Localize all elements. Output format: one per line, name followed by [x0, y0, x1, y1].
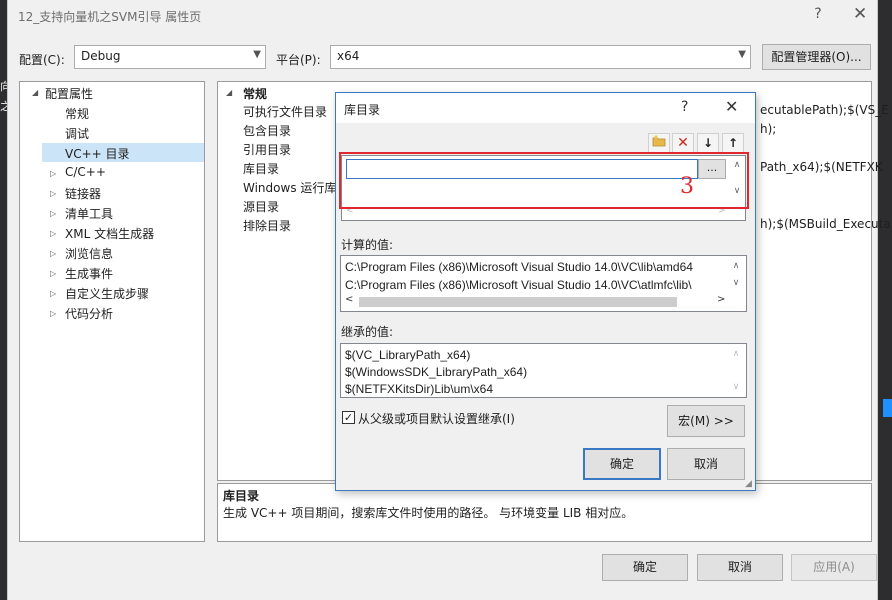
tree-item-general[interactable]: 常规	[65, 105, 89, 122]
config-value: Debug	[81, 49, 121, 63]
new-folder-icon[interactable]	[648, 133, 670, 153]
inherited-value-line: $(WindowsSDK_LibraryPath_x64)	[345, 365, 528, 379]
platform-label: 平台(P):	[276, 53, 321, 67]
dialog-titlebar	[336, 93, 755, 123]
collapsed-arrow-icon[interactable]: ▷	[50, 289, 56, 298]
tree-item-root[interactable]: 配置属性	[45, 85, 93, 102]
tree-item-xml-doc[interactable]: XML 文档生成器	[65, 225, 154, 242]
config-select[interactable]: Debug ▼	[74, 45, 266, 69]
dialog-ok-button[interactable]: 确定	[583, 448, 661, 480]
config-manager-button[interactable]: 配置管理器(O)...	[762, 44, 871, 70]
computed-values-viewport: C:\Program Files (x86)\Microsoft Visual …	[341, 256, 721, 296]
config-label: 配置(C):	[19, 53, 65, 67]
scroll-down-icon[interactable]: ∨	[729, 382, 743, 392]
computed-values-list[interactable]: C:\Program Files (x86)\Microsoft Visual …	[340, 255, 747, 312]
dialog-help-button[interactable]: ?	[681, 99, 688, 115]
apply-button[interactable]: 应用(A)	[791, 554, 877, 581]
scroll-up-icon[interactable]: ∧	[729, 261, 743, 271]
computed-value-line: C:\Program Files (x86)\Microsoft Visual …	[345, 260, 693, 274]
tree-item-custom-build[interactable]: 自定义生成步骤	[65, 285, 149, 302]
resize-grip-icon[interactable]: ◢	[745, 479, 752, 489]
grid-section-title: 常规	[243, 87, 268, 101]
scroll-left-icon[interactable]: <	[345, 294, 353, 305]
computed-values-label: 计算的值:	[341, 238, 394, 252]
cancel-button[interactable]: 取消	[697, 554, 783, 581]
tree-item-code-analysis[interactable]: 代码分析	[65, 305, 113, 322]
grid-row-value[interactable]: Path_x64);$(NETFXK	[760, 160, 883, 174]
grid-row-value[interactable]: h);$(MSBuild_Executa	[760, 217, 891, 231]
annotation-number: 3	[680, 174, 694, 199]
grid-row-name[interactable]: 引用目录	[243, 141, 291, 158]
collapsed-arrow-icon[interactable]: ▷	[50, 189, 56, 198]
collapsed-arrow-icon[interactable]: ▷	[50, 229, 56, 238]
tree-item-manifest-tool[interactable]: 清单工具	[65, 205, 113, 222]
delete-icon[interactable]: ✕	[672, 133, 694, 153]
dialog-close-button[interactable]: ✕	[725, 97, 738, 116]
tree-item-browse-info[interactable]: 浏览信息	[65, 245, 113, 262]
inherited-value-line: $(NETFXKitsDir)Lib\um\x64	[345, 382, 494, 396]
dialog-title: 库目录	[344, 103, 381, 117]
grid-row-name[interactable]: 排除目录	[243, 217, 291, 234]
ok-button[interactable]: 确定	[602, 554, 688, 581]
grid-row-name[interactable]: 可执行文件目录	[243, 103, 327, 120]
collapsed-arrow-icon[interactable]: ▷	[50, 269, 56, 278]
move-down-icon[interactable]: ↓	[697, 133, 719, 153]
move-up-icon[interactable]: ↑	[722, 133, 744, 153]
horizontal-scrollbar-thumb[interactable]	[359, 297, 677, 307]
chevron-down-icon: ▼	[738, 49, 746, 60]
ide-background-right	[878, 0, 892, 600]
tree-item-cpp[interactable]: C/C++	[65, 165, 106, 179]
inherit-checkbox-label[interactable]: 从父级或项目默认设置继承(I)	[358, 410, 515, 427]
scroll-right-icon[interactable]: >	[717, 294, 725, 305]
inherited-values-label: 继承的值:	[341, 325, 394, 339]
inherited-values-list[interactable]: $(VC_LibraryPath_x64) $(WindowsSDK_Libra…	[340, 343, 747, 398]
description-title: 库目录	[223, 489, 260, 503]
expanded-arrow-icon[interactable]: ◢	[226, 88, 232, 97]
ide-scroll-marker	[883, 399, 892, 417]
tree-item-build-events[interactable]: 生成事件	[65, 265, 113, 282]
collapsed-arrow-icon[interactable]: ▷	[50, 209, 56, 218]
collapsed-arrow-icon[interactable]: ▷	[50, 249, 56, 258]
inherit-checkbox[interactable]: ✓	[342, 411, 355, 424]
macros-button[interactable]: 宏(M) >>	[667, 405, 745, 437]
scroll-up-icon[interactable]: ∧	[729, 349, 743, 359]
tree-item-linker[interactable]: 链接器	[65, 185, 101, 202]
close-button[interactable]: ✕	[853, 4, 867, 24]
chevron-down-icon: ▼	[253, 49, 261, 60]
description-panel: 库目录 生成 VC++ 项目期间，搜索库文件时使用的路径。 与环境变量 LIB …	[217, 483, 872, 542]
grid-row-name[interactable]: 库目录	[243, 160, 279, 177]
tree-item-debug[interactable]: 调试	[65, 125, 89, 142]
dialog-cancel-button[interactable]: 取消	[667, 448, 745, 480]
grid-row-name[interactable]: Windows 运行库	[243, 179, 336, 196]
inherited-value-line: $(VC_LibraryPath_x64)	[345, 348, 471, 362]
grid-row-value[interactable]: h);	[760, 122, 776, 136]
description-text: 生成 VC++ 项目期间，搜索库文件时使用的路径。 与环境变量 LIB 相对应。	[223, 506, 634, 520]
config-tree: ◢ 配置属性 常规 调试 VC++ 目录 ▷ C/C++ ▷ 链接器 ▷ 清单工…	[19, 81, 205, 542]
platform-select[interactable]: x64 ▼	[330, 45, 751, 69]
expanded-arrow-icon[interactable]: ◢	[32, 88, 38, 97]
grid-row-name[interactable]: 包含目录	[243, 122, 291, 139]
window-title: 12_支持向量机之SVM引导 属性页	[18, 10, 202, 24]
tree-item-vc-directories[interactable]: VC++ 目录	[65, 145, 130, 162]
help-button[interactable]: ?	[812, 6, 824, 22]
grid-row-name[interactable]: 源目录	[243, 198, 279, 215]
scroll-down-icon[interactable]: ∨	[729, 278, 743, 288]
collapsed-arrow-icon[interactable]: ▷	[50, 309, 56, 318]
grid-row-value[interactable]: ecutablePath);$(VS_E	[760, 103, 889, 117]
collapsed-arrow-icon[interactable]: ▷	[50, 169, 56, 178]
computed-value-line: C:\Program Files (x86)\Microsoft Visual …	[345, 278, 692, 292]
platform-value: x64	[337, 49, 360, 63]
